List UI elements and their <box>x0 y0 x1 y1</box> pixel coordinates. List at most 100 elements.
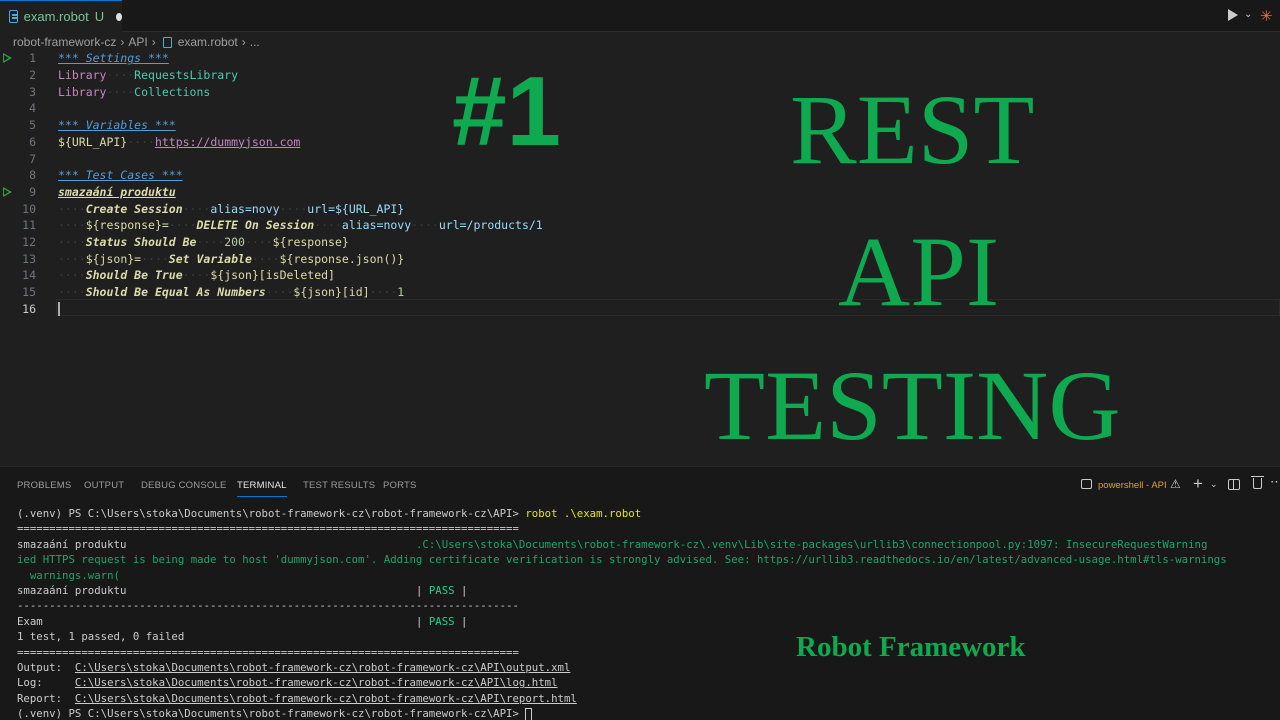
argument: 1 <box>397 285 405 300</box>
line-number: 2 <box>29 68 36 83</box>
code-line: 6 ${URL_API}····https://dummyjson.com <box>0 134 1280 151</box>
line-number: 1 <box>29 51 36 66</box>
terminal-line: ========================================… <box>17 645 519 659</box>
test-name: smazaání produktu <box>17 583 127 597</box>
chevron-right-icon: › <box>120 35 125 49</box>
code-line: 8 *** Test Cases *** <box>0 167 1280 184</box>
code-line: 14 ····Should Be True····${json}[isDelet… <box>0 267 1280 284</box>
line-number: 15 <box>22 285 36 300</box>
shell-prompt: (.venv) PS C:\Users\stoka\Documents\robo… <box>17 507 526 520</box>
line-number: 13 <box>22 251 36 266</box>
code-line: 10 ····Create Session····alias=novy····u… <box>0 200 1280 217</box>
variable-assign: ${json}= <box>85 251 142 266</box>
tab-problems[interactable]: PROBLEMS <box>17 480 71 491</box>
line-number: 3 <box>29 84 36 99</box>
tab-debug-console[interactable]: DEBUG CONSOLE <box>141 480 226 491</box>
chevron-right-icon: › <box>241 35 246 49</box>
code-line: 12 ····Status Should Be····200····${resp… <box>0 234 1280 251</box>
code-line: 7 <box>0 150 1280 167</box>
keyword: DELETE On Session <box>196 218 315 233</box>
breadcrumb-item[interactable]: robot-framework-cz <box>13 35 116 49</box>
terminal-output[interactable]: (.venv) PS C:\Users\stoka\Documents\robo… <box>17 507 1280 720</box>
chevron-down-icon[interactable]: ⌄ <box>1244 9 1252 20</box>
breadcrumb-item[interactable]: API <box>128 35 147 49</box>
text-cursor <box>58 302 60 317</box>
section-header: *** Variables *** <box>58 118 176 133</box>
unsaved-dot-icon[interactable] <box>116 12 122 21</box>
report-file-link[interactable]: C:\Users\stoka\Documents\robot-framework… <box>75 692 577 705</box>
line-number: 16 <box>22 301 36 316</box>
chevron-down-icon[interactable]: ⌄ <box>1210 479 1218 490</box>
warning-path: .C:\Users\stoka\Documents\robot-framewor… <box>415 537 1208 551</box>
keyword: Should Be Equal As Numbers <box>85 285 266 300</box>
terminal-line: (.venv) PS C:\Users\stoka\Documents\robo… <box>17 707 1280 720</box>
breadcrumb: robot-framework-cz › API › exam.robot › … <box>13 34 260 50</box>
line-number: 11 <box>22 218 36 233</box>
line-number: 9 <box>29 184 36 199</box>
url-link[interactable]: https://dummyjson.com <box>155 135 300 149</box>
bottom-panel: PROBLEMS OUTPUT DEBUG CONSOLE TERMINAL T… <box>0 466 1280 720</box>
split-terminal-icon[interactable] <box>1228 479 1240 490</box>
log-file-link[interactable]: C:\Users\stoka\Documents\robot-framework… <box>75 676 558 689</box>
breadcrumb-item[interactable]: exam.robot <box>178 35 238 49</box>
section-header: *** Test Cases *** <box>58 168 183 183</box>
argument: ${response.json()} <box>279 251 405 266</box>
argument: ${json}[id] <box>293 285 370 300</box>
warning-icon[interactable]: ⚠ <box>1170 477 1181 491</box>
tab-output[interactable]: OUTPUT <box>84 480 124 491</box>
keyword: Create Session <box>85 201 183 216</box>
breadcrumb-item[interactable]: ... <box>250 35 260 49</box>
terminal-line: warnings.warn( <box>17 568 120 582</box>
tab-test-results[interactable]: TEST RESULTS <box>303 480 375 491</box>
code-line: 9 smazaání produktu <box>0 184 1280 201</box>
shell-command: robot .\exam.robot <box>525 507 642 520</box>
line-number: 8 <box>29 168 36 183</box>
test-case-name: smazaání produktu <box>58 184 176 199</box>
tab-exam-robot[interactable]: exam.robot U <box>0 0 122 32</box>
code-line: 5 *** Variables *** <box>0 117 1280 134</box>
shell-prompt: (.venv) PS C:\Users\stoka\Documents\robo… <box>17 707 526 720</box>
line-number: 4 <box>29 101 36 116</box>
code-line: 3 Library····Collections <box>0 83 1280 100</box>
run-suite-icon[interactable] <box>3 53 12 64</box>
terminal-line: smazaání produktu .C:\Users\stoka\Docume… <box>17 538 1280 553</box>
pass-status: PASS <box>428 583 455 597</box>
variable-name: ${URL_API} <box>58 134 128 149</box>
headline-rest: REST <box>790 74 1035 185</box>
terminal-cursor <box>525 707 533 720</box>
setting-keyword: Library <box>58 84 107 99</box>
argument: alias=novy <box>341 218 412 233</box>
run-file-icon[interactable] <box>1228 9 1238 21</box>
terminal-instance-name[interactable]: powershell - API <box>1098 480 1167 491</box>
tab-terminal[interactable]: TERMINAL <box>237 480 287 497</box>
terminal-line: Output: C:\Users\stoka\Documents\robot-f… <box>17 660 571 674</box>
library-name: RequestsLibrary <box>134 68 239 83</box>
test-summary: 1 test, 1 passed, 0 failed <box>17 630 185 644</box>
sparkle-icon[interactable]: ✳ <box>1260 7 1273 25</box>
keyword: Set Variable <box>168 251 252 266</box>
new-terminal-icon[interactable]: + <box>1193 474 1203 494</box>
line-number: 5 <box>29 118 36 133</box>
chevron-right-icon: › <box>151 35 156 49</box>
run-test-icon[interactable] <box>3 186 12 197</box>
code-line: 15 ····Should Be Equal As Numbers····${j… <box>0 284 1280 301</box>
more-icon[interactable]: ⋯ <box>1270 474 1280 490</box>
test-name: smazaání produktu <box>17 537 127 551</box>
file-icon <box>162 36 172 48</box>
code-line: 11 ····${response}=····DELETE On Session… <box>0 217 1280 234</box>
tab-ports[interactable]: PORTS <box>383 480 417 491</box>
terminal-icon <box>1081 479 1092 489</box>
kill-terminal-icon[interactable] <box>1251 476 1264 489</box>
suite-name: Exam <box>17 614 43 628</box>
headline-testing: TESTING <box>704 350 1121 461</box>
output-file-link[interactable]: C:\Users\stoka\Documents\robot-framework… <box>75 661 570 674</box>
untracked-badge: U <box>94 9 105 24</box>
terminal-line: Log: C:\Users\stoka\Documents\robot-fram… <box>17 676 558 690</box>
line-number: 10 <box>22 201 36 216</box>
argument: 200 <box>224 235 245 250</box>
code-line: 16 <box>0 301 1280 318</box>
terminal-line: ----------------------------------------… <box>17 599 519 613</box>
code-line: 2 Library····RequestsLibrary <box>0 67 1280 84</box>
editor-tab-bar: exam.robot U ⌄ ✳ <box>0 0 1280 32</box>
terminal-line: (.venv) PS C:\Users\stoka\Documents\robo… <box>17 507 1280 522</box>
